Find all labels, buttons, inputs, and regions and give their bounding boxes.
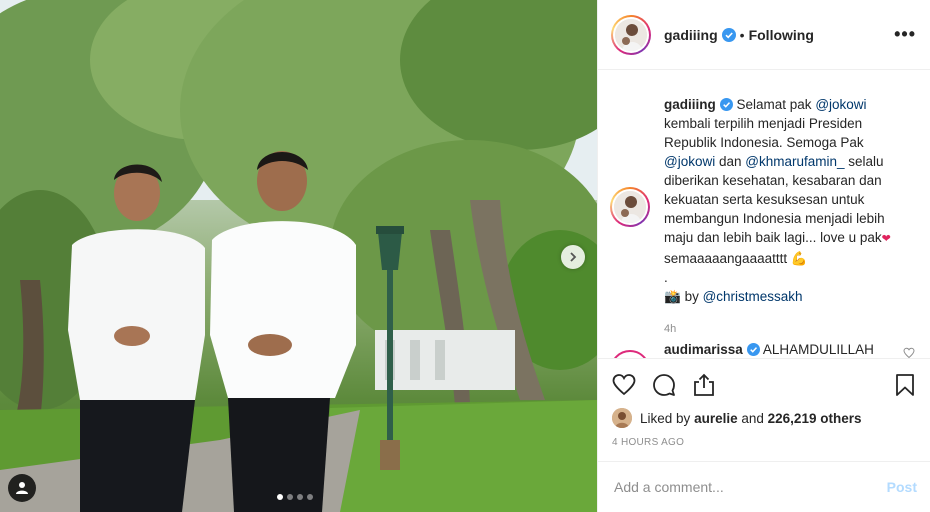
photo-credit: 📸 by @christmessakh — [664, 287, 904, 306]
commenter-username[interactable]: audimarissa — [664, 342, 743, 357]
caption-text: gadiiing Selamat pak @jokowi kembali ter… — [664, 95, 904, 339]
comments-section: gadiiing Selamat pak @jokowi kembali ter… — [598, 71, 930, 358]
muscle-emoji: 💪 — [790, 251, 808, 266]
carousel-dot — [277, 494, 283, 500]
mention-link[interactable]: @jokowi — [815, 97, 866, 112]
header-separator: • — [739, 26, 745, 43]
caption-part: dan — [715, 154, 746, 169]
heart-outline-icon — [612, 374, 636, 396]
carousel-dot — [287, 494, 293, 500]
post-details-panel: gadiiing • Following ••• gadiiing Selama… — [597, 0, 930, 512]
bookmark-icon — [896, 374, 914, 396]
post-header: gadiiing • Following ••• — [598, 0, 930, 70]
caption-part: Selamat pak — [736, 97, 816, 112]
likes-prefix: Liked by — [640, 410, 691, 426]
caption-part: kembali terpilih menjadi Presiden Republ… — [664, 116, 864, 150]
post-timestamp[interactable]: 4 HOURS AGO — [612, 437, 917, 448]
photo-scene — [0, 0, 597, 512]
camera-emoji: 📸 — [664, 289, 681, 304]
mention-link[interactable]: @jokowi — [664, 154, 715, 169]
commenter-avatar[interactable] — [610, 350, 650, 358]
like-button[interactable] — [612, 373, 636, 397]
liker-username[interactable]: aurelie — [694, 411, 738, 426]
post-comment-button[interactable]: Post — [887, 479, 917, 495]
heart-emoji: ❤ — [881, 233, 891, 245]
caption-part: semaaaaangaaaatttt — [664, 251, 791, 266]
author-username[interactable]: gadiiing — [664, 27, 718, 43]
comment-composer: Post — [598, 461, 930, 512]
likes-summary: Liked by aurelie and 226,219 others — [612, 408, 917, 428]
verified-badge-icon — [721, 27, 736, 42]
likes-middle: and — [741, 410, 764, 426]
comment-button[interactable] — [652, 373, 676, 397]
comment-item: audimarissa ALHAMDULILLAH — [610, 341, 915, 358]
author-avatar[interactable] — [611, 14, 651, 55]
comment-body: ALHAMDULILLAH — [762, 342, 874, 357]
save-button[interactable] — [893, 373, 917, 397]
comment-text: audimarissa ALHAMDULILLAH — [664, 341, 874, 358]
caption-avatar[interactable] — [610, 187, 650, 227]
more-options-icon[interactable]: ••• — [894, 24, 916, 45]
chevron-right-icon — [570, 252, 577, 262]
mention-link[interactable]: @christmessakh — [703, 289, 803, 304]
next-slide-button[interactable] — [561, 245, 585, 269]
avatar-photo — [612, 408, 632, 428]
speech-bubble-icon — [653, 374, 675, 396]
share-button[interactable] — [692, 373, 716, 397]
comment-input[interactable] — [614, 479, 887, 495]
verified-badge-icon — [746, 343, 760, 356]
share-icon — [694, 373, 714, 396]
avatar-photo — [615, 18, 647, 51]
tagged-users-button[interactable] — [8, 474, 36, 502]
avatar-photo — [614, 191, 646, 223]
comment-like-icon[interactable] — [903, 347, 915, 358]
verified-badge-icon — [719, 98, 733, 111]
mention-link[interactable]: @khmarufamin_ — [745, 154, 844, 169]
carousel-dot — [307, 494, 313, 500]
carousel-dot — [297, 494, 303, 500]
credit-by: by — [680, 289, 703, 304]
likes-count[interactable]: 226,219 others — [768, 411, 862, 426]
carousel-indicator — [277, 494, 313, 500]
following-button[interactable]: Following — [749, 27, 814, 43]
post-actions: Liked by aurelie and 226,219 others 4 HO… — [598, 358, 930, 448]
post-photo[interactable] — [0, 0, 597, 512]
person-icon — [16, 482, 28, 494]
liker-avatar[interactable] — [612, 408, 632, 428]
caption-username[interactable]: gadiiing — [664, 97, 716, 112]
caption-time[interactable]: 4h — [664, 320, 904, 339]
caption-dot: . — [664, 270, 668, 285]
caption-block: gadiiing Selamat pak @jokowi kembali ter… — [610, 95, 915, 339]
